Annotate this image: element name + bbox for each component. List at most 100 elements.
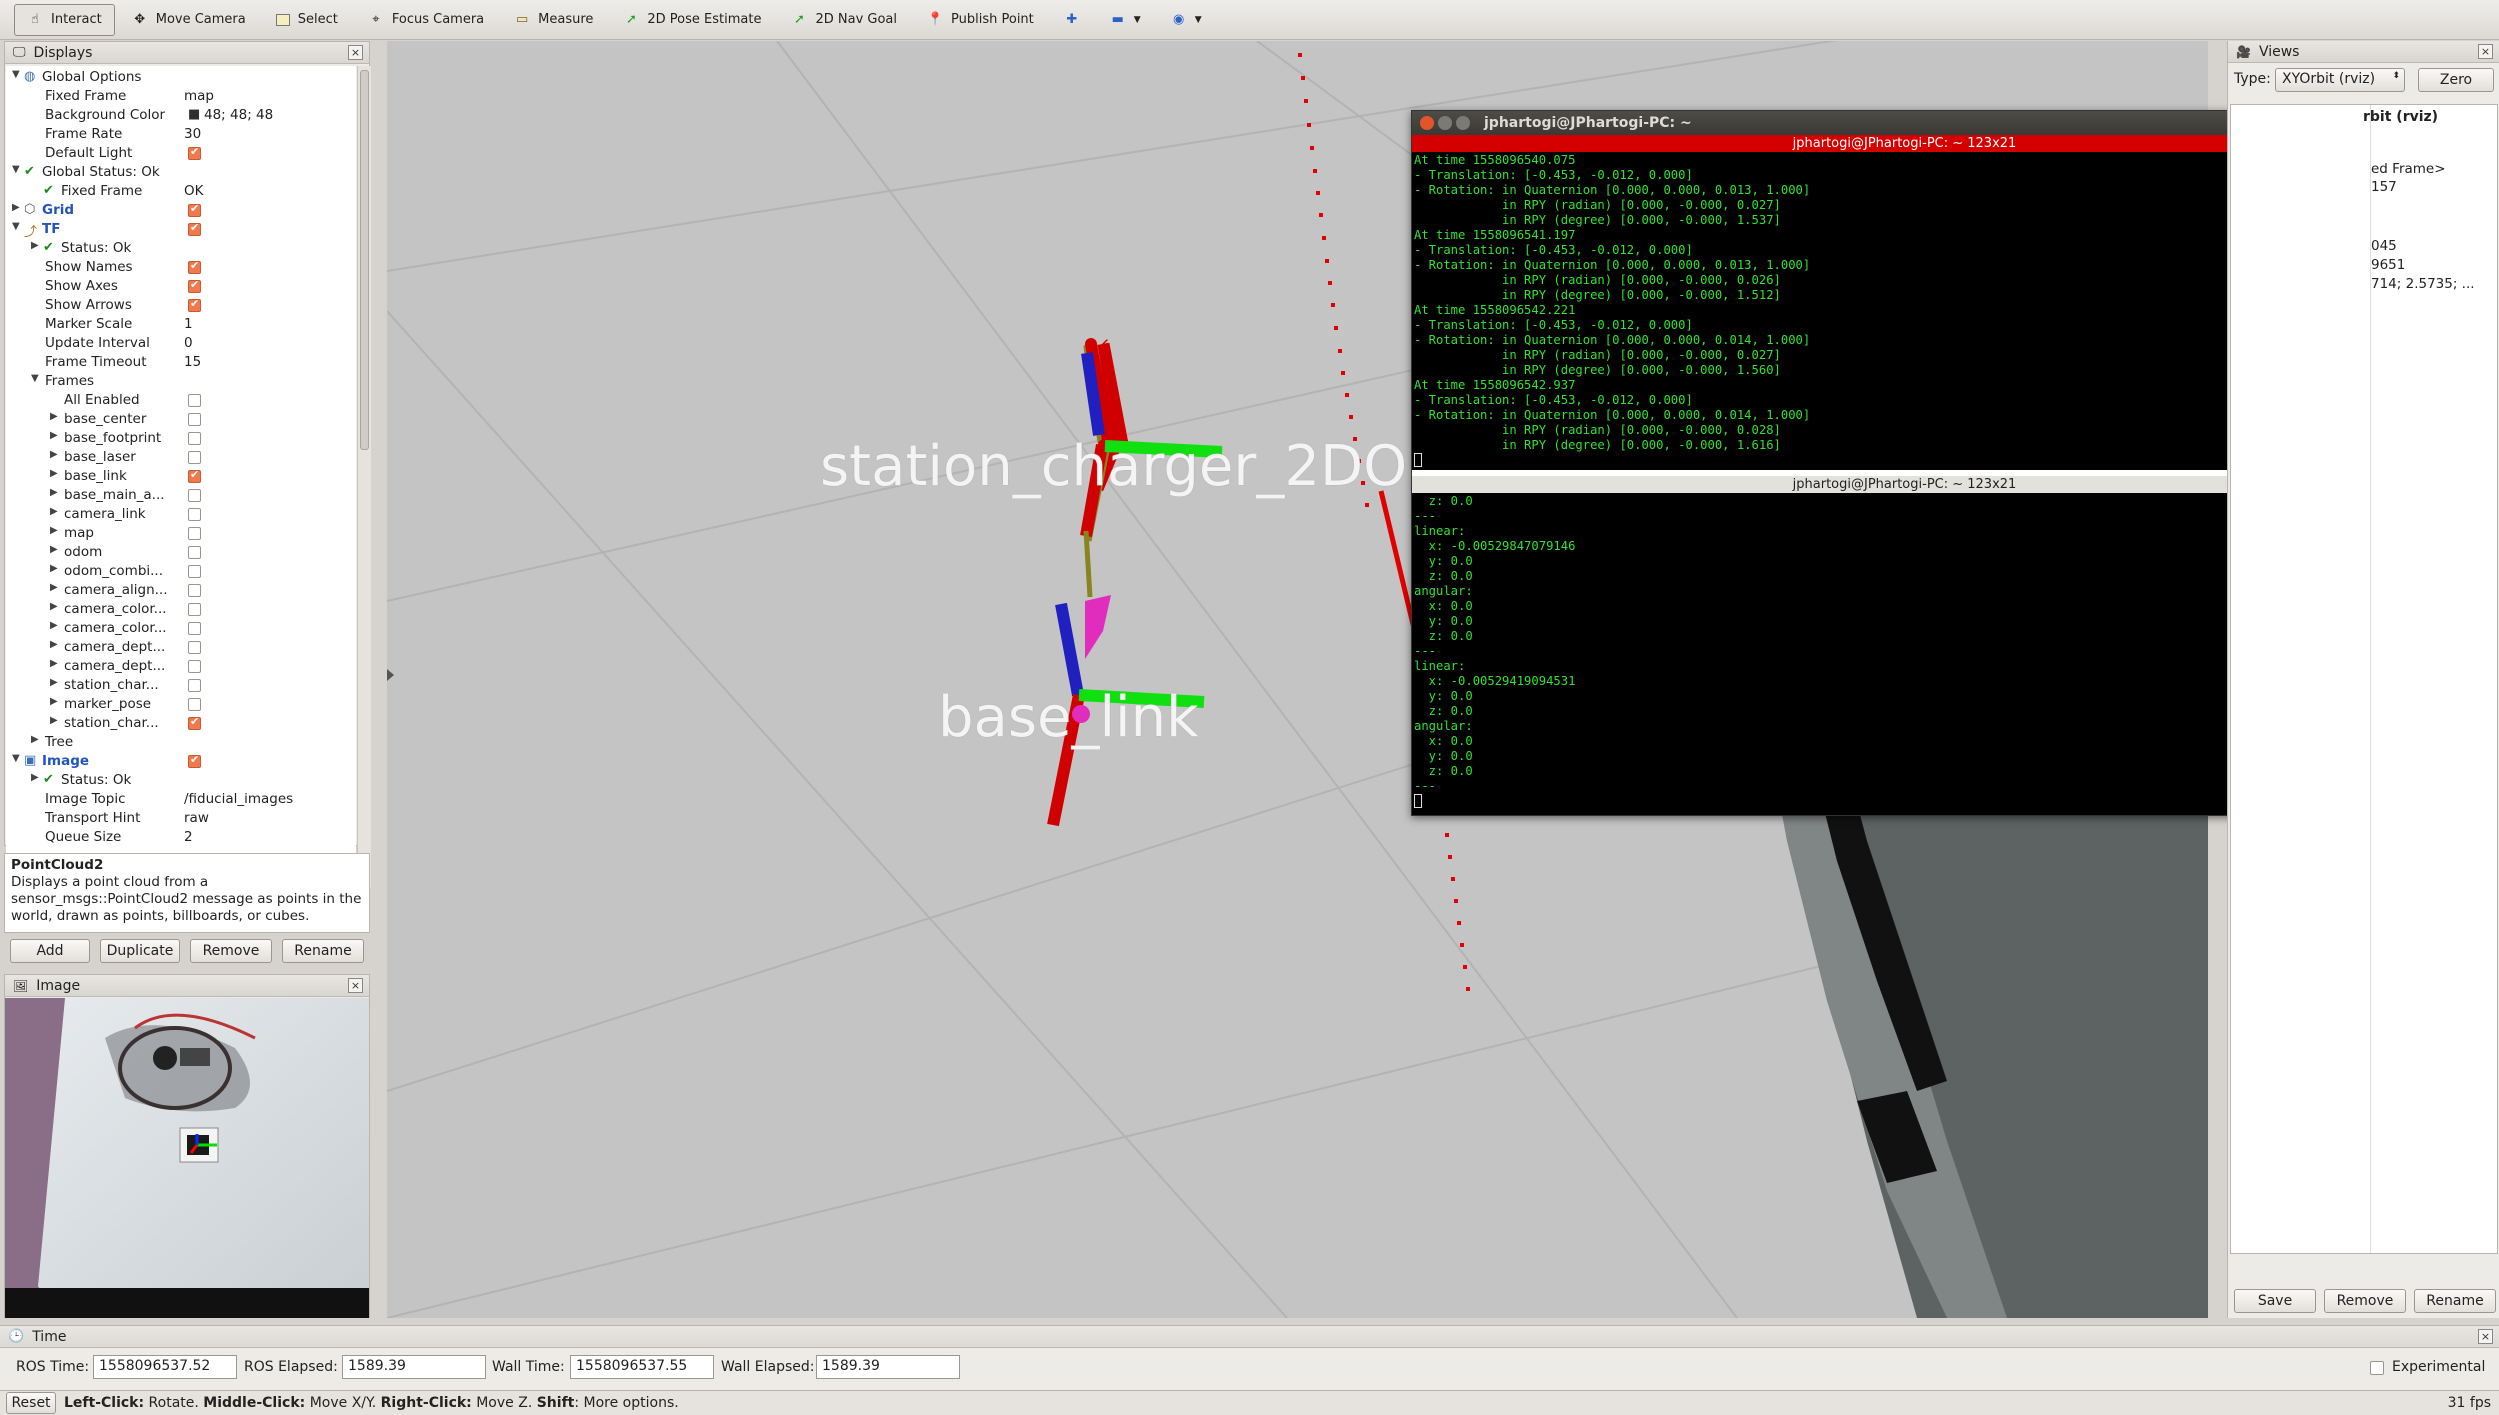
tree-row-all-enabled[interactable]: All Enabled [6,391,356,410]
tree-row-show-names[interactable]: Show Names [6,258,356,277]
focus-camera-tool[interactable]: ⌖ Focus Camera [355,4,497,36]
checkbox[interactable] [188,394,201,407]
expand-down-icon[interactable]: ▼ [12,221,24,232]
checkbox[interactable] [188,641,201,654]
tree-row-frame-item[interactable]: ▶ marker_pose [6,695,356,714]
checkbox[interactable] [188,715,201,730]
checkbox[interactable] [188,679,201,692]
tree-row-update-interval[interactable]: Update Interval 0 [6,334,356,353]
tree-row-frame-item[interactable]: ▶ camera_dept... [6,638,356,657]
close-icon[interactable]: × [348,978,363,993]
tree-row-grid-display[interactable]: ▶ ⬡ Grid [6,201,356,220]
checkbox[interactable] [188,489,201,502]
tree-row-frame-item[interactable]: ▶ base_center [6,410,356,429]
tree-row-value[interactable]: 0 [184,335,193,351]
wall-elapsed-field[interactable]: 1589.39 [816,1355,960,1379]
checkbox[interactable] [188,508,201,521]
ros-elapsed-field[interactable]: 1589.39 [342,1355,486,1379]
close-window-icon[interactable] [1420,116,1434,130]
checkbox[interactable] [188,145,201,160]
tree-row-image-topic[interactable]: Image Topic/fiducial_images [6,790,356,809]
tree-row-frame-item[interactable]: ▶ base_footprint [6,429,356,448]
expand-right-icon[interactable]: ▶ [50,411,62,422]
remove-tool-button[interactable]: ▬ ▼ [1097,4,1154,36]
tree-row-frame-item[interactable]: ▶ camera_link [6,505,356,524]
tree-row-value[interactable]: OK [184,183,203,199]
expand-down-icon[interactable]: ▼ [12,164,24,175]
collapse-left-arrow[interactable] [387,669,394,681]
reset-button[interactable]: Reset [6,1392,56,1414]
tree-row-tf-status[interactable]: ▶ ✔ Status: Ok [6,239,356,258]
tree-row-frames[interactable]: ▼ Frames [6,372,356,391]
tree-row-value[interactable]: map [184,88,214,104]
remove-view-button[interactable]: Remove [2324,1289,2406,1313]
checkbox[interactable] [188,753,201,768]
tree-row-default-light[interactable]: Default Light [6,144,356,163]
checkbox[interactable] [188,259,201,274]
expand-down-icon[interactable]: ▼ [12,753,24,764]
tree-row-queue-size[interactable]: Queue Size 2 [6,828,356,847]
tree-row-frame-item[interactable]: ▶ odom_combi... [6,562,356,581]
tree-row-frame-timeout[interactable]: Frame Timeout 15 [6,353,356,372]
tree-row-background-color[interactable]: ■ Background Color 48; 48; 48 [6,106,356,125]
checkbox[interactable] [188,221,201,236]
expand-right-icon[interactable]: ▶ [50,658,62,669]
expand-right-icon[interactable]: ▶ [50,525,62,536]
tree-row-frame-item[interactable]: ▶ camera_color... [6,600,356,619]
tree-row-marker-scale[interactable]: Marker Scale 1 [6,315,356,334]
tree-row-transport-hint[interactable]: Transport Hint raw [6,809,356,828]
expand-right-icon[interactable]: ▶ [50,430,62,441]
expand-right-icon[interactable]: ▶ [50,506,62,517]
expand-right-icon[interactable]: ▶ [50,715,62,726]
experimental-checkbox[interactable] [2370,1361,2384,1375]
select-tool[interactable]: Select [263,4,351,36]
checkbox[interactable] [188,546,201,559]
tree-row-value[interactable]: 48; 48; 48 [204,107,273,123]
tree-row-tf-display[interactable]: ▼ ⤴ TF [6,220,356,240]
interact-tool[interactable]: ☝ Interact [14,3,115,36]
scrollbar-thumb[interactable] [360,70,369,450]
tree-row-value[interactable]: 1 [184,316,193,332]
tree-row-show-axes[interactable]: Show Axes [6,277,356,296]
measure-tool[interactable]: ▭ Measure [501,4,606,36]
checkbox[interactable] [188,660,201,673]
maximize-window-icon[interactable] [1456,116,1470,130]
tree-row-frame-item[interactable]: ▶ station_char... [6,714,356,733]
minimize-window-icon[interactable] [1438,116,1452,130]
tree-row-frame-item[interactable]: ▶ base_link [6,467,356,486]
tree-row-global-options[interactable]: ▼ ◍ Global Options [6,68,356,87]
checkbox[interactable] [188,603,201,616]
expand-right-icon[interactable]: ▶ [50,563,62,574]
tree-row-frame-item[interactable]: ▶ camera_align... [6,581,356,600]
expand-right-icon[interactable]: ▶ [50,696,62,707]
close-icon[interactable]: × [2478,1329,2493,1344]
view-type-select[interactable]: XYOrbit (rviz) ⬍ [2275,68,2405,92]
checkbox[interactable] [188,278,201,293]
rename-view-button[interactable]: Rename [2414,1289,2496,1313]
checkbox[interactable] [188,468,201,483]
remove-display-button[interactable]: Remove [190,939,272,963]
expand-right-icon[interactable]: ▶ [50,677,62,688]
tree-row-frame-item[interactable]: ▶ station_char... [6,676,356,695]
expand-right-icon[interactable]: ▶ [50,544,62,555]
checkbox[interactable] [188,432,201,445]
expand-right-icon[interactable]: ▶ [50,449,62,460]
wall-time-field[interactable]: 1558096537.55 [570,1355,714,1379]
expand-right-icon[interactable]: ▶ [31,734,43,745]
expand-right-icon[interactable]: ▶ [50,601,62,612]
nav-goal-tool[interactable]: ➚ 2D Nav Goal [778,4,910,36]
close-icon[interactable]: × [2478,44,2493,59]
tree-row-frame-rate[interactable]: Frame Rate 30 [6,125,356,144]
checkbox[interactable] [188,698,201,711]
tree-row-value[interactable]: raw [184,810,209,826]
close-icon[interactable]: × [348,45,363,60]
checkbox[interactable] [188,297,201,312]
zero-view-button[interactable]: Zero [2418,68,2494,92]
checkbox[interactable] [188,527,201,540]
tool-properties-button[interactable]: ◉ ▼ [1158,4,1215,36]
checkbox[interactable] [188,565,201,578]
checkbox[interactable] [188,451,201,464]
tree-row-frame-item[interactable]: ▶ base_main_a... [6,486,356,505]
expand-right-icon[interactable]: ▶ [31,240,43,251]
checkbox[interactable] [188,584,201,597]
